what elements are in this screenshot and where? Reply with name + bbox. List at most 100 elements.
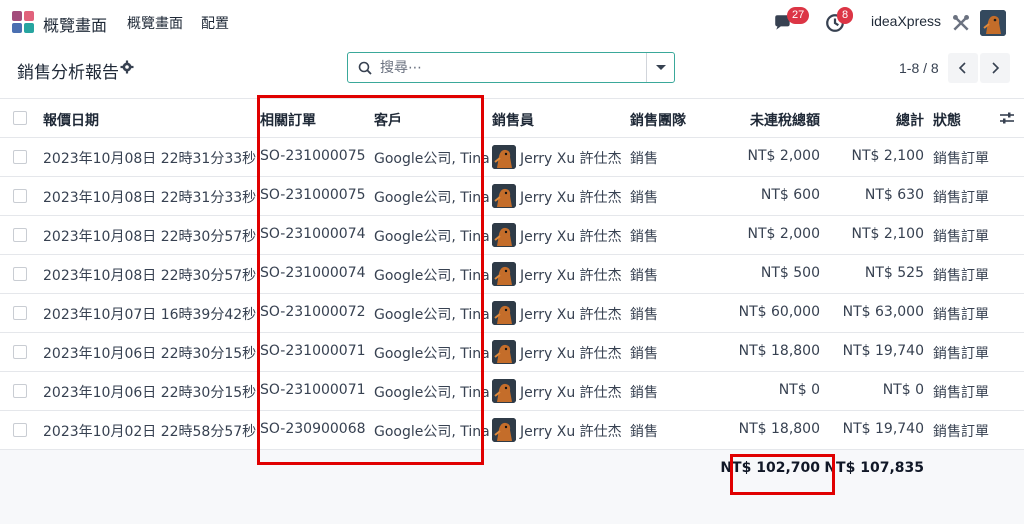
avatar (492, 145, 516, 169)
table-footer: NT$ 102,700 NT$ 107,835 (0, 450, 1024, 524)
table-row[interactable]: 2023年10月02日 22時58分57秒 SO-230900068 Google公… (0, 411, 1024, 450)
salesperson-cell: Jerry Xu 許仕杰 (520, 190, 622, 206)
search-options-toggle[interactable] (646, 53, 674, 82)
company-switcher[interactable]: ideaXpress (871, 13, 941, 29)
salesperson-cell: Jerry Xu 許仕杰 (520, 268, 622, 284)
status-cell: 銷售訂單 (933, 151, 989, 167)
table-row[interactable]: 2023年10月08日 22時31分33秒 SO-231000075 Google公… (0, 177, 1024, 216)
column-header-status[interactable]: 狀態 (933, 110, 961, 130)
status-cell: 銷售訂單 (933, 229, 989, 245)
quote-date-cell: 2023年10月08日 22時31分33秒 (43, 190, 257, 206)
user-avatar[interactable] (980, 10, 1006, 36)
sales-team-cell: 銷售 (630, 229, 658, 245)
salesperson-avatar-image (492, 379, 516, 403)
untaxed-total-cell: NT$ 2,000 (747, 226, 820, 242)
salesperson-avatar-image (492, 184, 516, 208)
status-cell: 銷售訂單 (933, 307, 989, 323)
column-header-total[interactable]: 總計 (824, 110, 924, 130)
total-cell: NT$ 19,740 (842, 343, 924, 359)
sales-team-cell: 銷售 (630, 151, 658, 167)
table-header: 報價日期 相關訂單 客戶 銷售員 銷售團隊 未連稅總額 總計 狀態 (0, 98, 1024, 138)
quote-date-cell: 2023年10月08日 22時30分57秒 (43, 229, 257, 245)
menu-configuration[interactable]: 配置 (201, 13, 229, 33)
row-checkbox[interactable] (13, 384, 27, 398)
search-bar (347, 52, 675, 83)
column-header-sales-team[interactable]: 銷售團隊 (630, 110, 686, 130)
sliders-icon[interactable] (999, 111, 1015, 125)
status-cell: 銷售訂單 (933, 424, 989, 440)
quote-date-cell: 2023年10月08日 22時31分33秒 (43, 151, 257, 167)
salesperson-cell: Jerry Xu 許仕杰 (520, 424, 622, 440)
app-grid-icon[interactable] (12, 11, 34, 33)
app-brand[interactable]: 概覽畫面 (43, 12, 107, 36)
row-checkbox[interactable] (13, 267, 27, 281)
untaxed-total-cell: NT$ 0 (778, 382, 820, 398)
sum-total: NT$ 107,835 (824, 460, 924, 476)
table-row[interactable]: 2023年10月08日 22時31分33秒 SO-231000075 Google公… (0, 138, 1024, 177)
salesperson-avatar-image (492, 145, 516, 169)
sales-team-cell: 銷售 (630, 190, 658, 206)
table-row[interactable]: 2023年10月06日 22時30分15秒 SO-231000071 Google公… (0, 372, 1024, 411)
salesperson-avatar-image (492, 340, 516, 364)
total-cell: NT$ 19,740 (842, 421, 924, 437)
salesperson-cell: Jerry Xu 許仕杰 (520, 385, 622, 401)
sales-team-cell: 銷售 (630, 307, 658, 323)
chevron-left-icon (958, 62, 966, 74)
row-checkbox[interactable] (13, 189, 27, 203)
status-cell: 銷售訂單 (933, 346, 989, 362)
pager-previous-button[interactable] (948, 53, 978, 83)
table-row[interactable]: 2023年10月06日 22時30分15秒 SO-231000071 Google公… (0, 333, 1024, 372)
avatar (492, 340, 516, 364)
untaxed-total-cell: NT$ 60,000 (738, 304, 820, 320)
highlight-untaxed-sum (730, 454, 835, 495)
select-all-checkbox[interactable] (13, 111, 27, 125)
salesperson-avatar-image (492, 418, 516, 442)
avatar (492, 184, 516, 208)
sales-team-cell: 銷售 (630, 268, 658, 284)
search-input[interactable] (380, 57, 640, 79)
pager-next-button[interactable] (980, 53, 1010, 83)
salesperson-cell: Jerry Xu 許仕杰 (520, 229, 622, 245)
total-cell: NT$ 63,000 (842, 304, 924, 320)
column-header-untaxed-total[interactable]: 未連稅總額 (700, 110, 820, 130)
total-cell: NT$ 0 (882, 382, 924, 398)
row-checkbox[interactable] (13, 306, 27, 320)
row-checkbox[interactable] (13, 228, 27, 242)
column-header-salesperson[interactable]: 銷售員 (492, 110, 534, 130)
quote-date-cell: 2023年10月08日 22時30分57秒 (43, 268, 257, 284)
messages-count-badge: 27 (787, 7, 810, 24)
quote-date-cell: 2023年10月06日 22時30分15秒 (43, 385, 257, 401)
total-cell: NT$ 525 (864, 265, 924, 281)
untaxed-total-cell: NT$ 600 (760, 187, 820, 203)
row-checkbox[interactable] (13, 423, 27, 437)
column-header-date[interactable]: 報價日期 (43, 110, 99, 130)
status-cell: 銷售訂單 (933, 385, 989, 401)
pager-value[interactable]: 1-8 / 8 (899, 60, 939, 76)
table-row[interactable]: 2023年10月07日 16時39分42秒 SO-231000072 Google公… (0, 294, 1024, 333)
row-checkbox[interactable] (13, 150, 27, 164)
menu-overview[interactable]: 概覽畫面 (127, 13, 183, 33)
avatar (492, 223, 516, 247)
chevron-right-icon (992, 62, 1000, 74)
tools-icon[interactable] (951, 13, 971, 33)
activities-count-badge: 8 (837, 7, 854, 24)
sales-team-cell: 銷售 (630, 385, 658, 401)
row-checkbox[interactable] (13, 345, 27, 359)
salesperson-cell: Jerry Xu 許仕杰 (520, 307, 622, 323)
table-row[interactable]: 2023年10月08日 22時30分57秒 SO-231000074 Google公… (0, 216, 1024, 255)
salesperson-cell: Jerry Xu 許仕杰 (520, 151, 622, 167)
sales-team-cell: 銷售 (630, 346, 658, 362)
untaxed-total-cell: NT$ 2,000 (747, 148, 820, 164)
gear-icon[interactable] (120, 60, 134, 74)
search-icon (358, 61, 372, 75)
top-navbar: 概覽畫面 概覽畫面 配置 27 8 ideaXpress (0, 0, 1024, 44)
salesperson-avatar-image (492, 262, 516, 286)
page-title: 銷售分析報告 (17, 63, 119, 83)
highlight-order-customer (257, 95, 484, 465)
table-row[interactable]: 2023年10月08日 22時30分57秒 SO-231000074 Google公… (0, 255, 1024, 294)
salesperson-avatar-image (492, 223, 516, 247)
status-cell: 銷售訂單 (933, 268, 989, 284)
salesperson-avatar-image (492, 301, 516, 325)
sales-team-cell: 銷售 (630, 424, 658, 440)
avatar (492, 379, 516, 403)
